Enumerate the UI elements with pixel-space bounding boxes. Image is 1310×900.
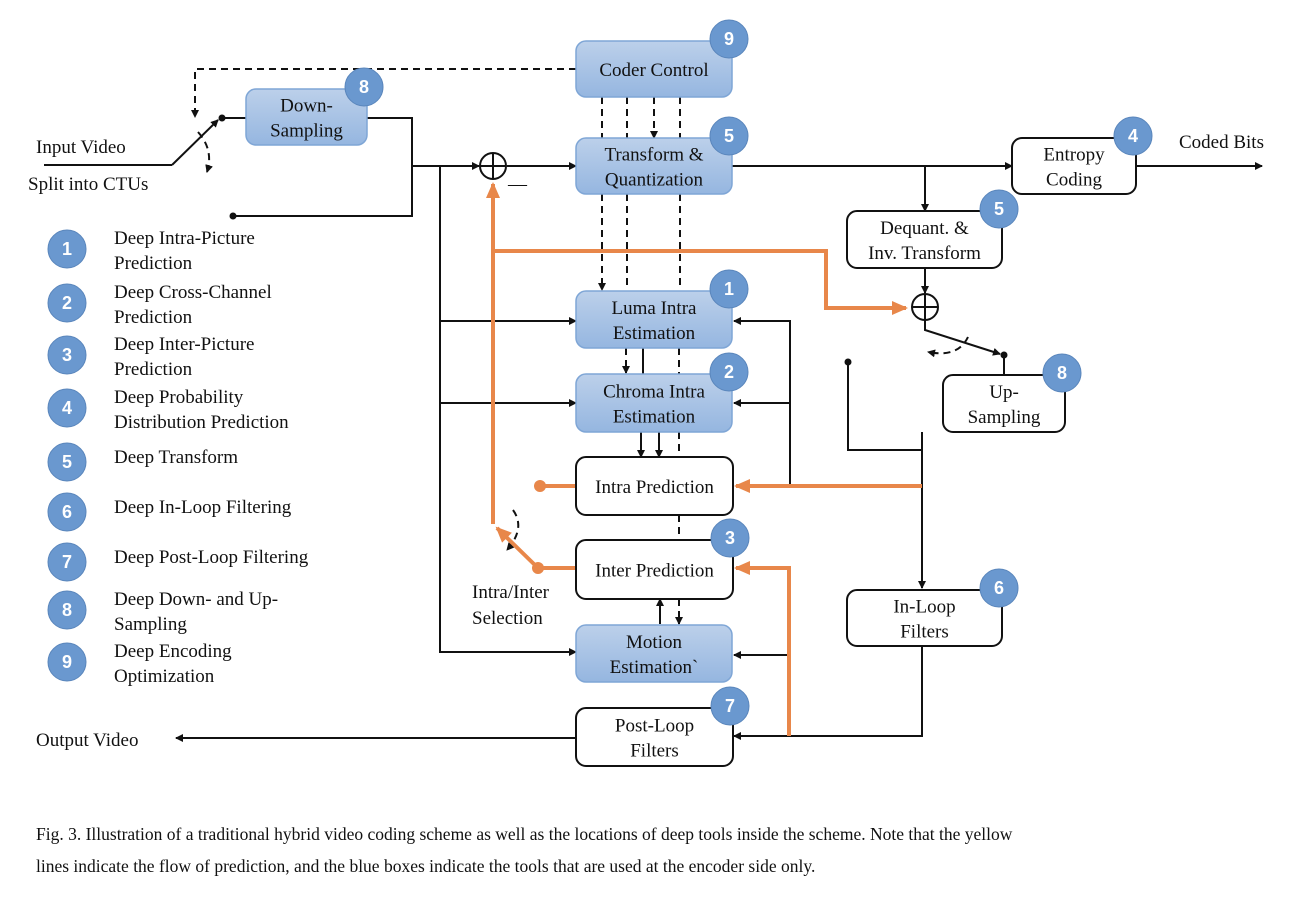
tool-badge-number: 5 [724, 126, 734, 146]
transform-quant-label: Transform & [604, 145, 703, 166]
legend-text: Deep Inter-Picture [114, 334, 254, 355]
in-loop-filters-block: In-Loop Filters 6 [846, 568, 1019, 647]
minus-sign: — [507, 174, 528, 195]
post-loop-filters-block: Post-Loop Filters 7 [575, 686, 750, 767]
entropy-coding-label: Entropy [1043, 145, 1105, 166]
up-sampling-label: Sampling [968, 407, 1041, 428]
up-sampling-label: Up- [989, 382, 1019, 403]
legend-number: 6 [62, 502, 72, 522]
tool-badge-number: 5 [994, 199, 1004, 219]
post-loop-filters-label: Filters [630, 741, 679, 762]
legend-item: 8 Deep Down- and Up- Sampling [47, 589, 278, 635]
in-loop-filters-label: In-Loop [893, 597, 955, 618]
legend-number: 9 [62, 652, 72, 672]
post-loop-filters-label: Post-Loop [615, 716, 694, 737]
in-loop-filters-label: Filters [900, 622, 949, 643]
input-switch[interactable] [171, 119, 219, 166]
legend-text: Deep Post-Loop Filtering [114, 547, 309, 568]
legend-item: 4 Deep Probability Distribution Prediction [47, 387, 289, 433]
legend-text: Deep Transform [114, 447, 238, 468]
chroma-intra-block: Chroma Intra Estimation 2 [575, 352, 749, 433]
summing-junction-reconstruction [911, 293, 939, 321]
dequant-inv-label: Dequant. & [880, 218, 969, 239]
legend-text: Deep Intra-Picture [114, 228, 255, 249]
intra-prediction-label: Intra Prediction [595, 477, 714, 498]
legend-text: Prediction [114, 307, 193, 328]
tool-badge-number: 3 [725, 528, 735, 548]
luma-intra-label: Estimation [613, 323, 696, 344]
blocks: Coder Control 9 Down- Sampling 8 Transform & Q… [245, 19, 1153, 767]
entropy-coding-label: Coding [1046, 170, 1102, 191]
output-switch[interactable] [924, 320, 1001, 356]
tool-badge-number: 7 [725, 696, 735, 716]
legend-number: 8 [62, 600, 72, 620]
down-sampling-label: Down- [280, 96, 333, 117]
caption-line-2: lines indicate the flow of prediction, a… [36, 856, 816, 876]
legend-text: Optimization [114, 666, 215, 687]
up-sampling-block: Up- Sampling 8 [942, 353, 1082, 433]
coded-bits-label: Coded Bits [1179, 132, 1264, 153]
legend-text: Deep Encoding [114, 641, 232, 662]
legend-number: 1 [62, 239, 72, 259]
legend-item: 6 Deep In-Loop Filtering [47, 492, 292, 532]
caption-line-1: Fig. 3. Illustration of a traditional hy… [36, 824, 1013, 844]
intra-prediction-block: Intra Prediction [575, 456, 734, 516]
legend-text: Deep Down- and Up- [114, 589, 278, 610]
summing-junction-residual [479, 152, 507, 180]
tool-badge-number: 2 [724, 362, 734, 382]
chroma-intra-label: Estimation [613, 407, 696, 428]
legend-text: Prediction [114, 359, 193, 380]
dequant-inv-label: Inv. Transform [868, 243, 981, 264]
chroma-intra-label: Chroma Intra [603, 382, 705, 403]
transform-quant-label: Quantization [605, 170, 704, 191]
legend: 1 Deep Intra-Picture Prediction 2 Deep Cross… [47, 228, 309, 687]
inter-prediction-label: Inter Prediction [595, 561, 714, 582]
legend-number: 4 [62, 398, 72, 418]
tool-badge-number: 1 [724, 279, 734, 299]
input-video-label: Input Video [36, 137, 126, 158]
motion-estimation-block: Motion Estimation` [575, 624, 733, 683]
motion-estimation-label: Estimation` [610, 657, 699, 678]
legend-number: 3 [62, 345, 72, 365]
legend-item: 1 Deep Intra-Picture Prediction [47, 228, 255, 274]
legend-text: Deep Cross-Channel [114, 282, 272, 303]
down-sampling-block: Down- Sampling 8 [245, 67, 384, 146]
legend-item: 9 Deep Encoding Optimization [47, 641, 232, 687]
motion-estimation-label: Motion [626, 632, 682, 653]
tool-badge-number: 9 [724, 29, 734, 49]
intra-selector-contact [534, 480, 546, 492]
legend-text: Distribution Prediction [114, 412, 289, 433]
legend-item: 3 Deep Inter-Picture Prediction [47, 334, 254, 380]
legend-number: 7 [62, 552, 72, 572]
inter-prediction-block: Inter Prediction 3 [575, 518, 750, 600]
tool-badge-number: 8 [1057, 363, 1067, 383]
legend-number: 5 [62, 452, 72, 472]
legend-text: Deep Probability [114, 387, 244, 408]
tool-badge-number: 4 [1128, 126, 1138, 146]
luma-intra-label: Luma Intra [612, 298, 698, 319]
dequant-inv-block: Dequant. & Inv. Transform 5 [846, 189, 1019, 269]
intra-inter-selection-label-1: Intra/Inter [472, 582, 550, 603]
tool-badge-number: 8 [359, 77, 369, 97]
legend-text: Prediction [114, 253, 193, 274]
legend-item: 2 Deep Cross-Channel Prediction [47, 282, 272, 328]
video-coding-diagram: — Coder Control 9 Down- Sampling 8 Transform … [28, 19, 1264, 767]
down-sampling-label: Sampling [270, 121, 343, 142]
legend-item: 7 Deep Post-Loop Filtering [47, 542, 309, 582]
coder-control-label: Coder Control [599, 60, 708, 81]
entropy-coding-block: Entropy Coding 4 [1011, 116, 1153, 195]
legend-text: Deep In-Loop Filtering [114, 497, 292, 518]
legend-number: 2 [62, 293, 72, 313]
coder-control-block: Coder Control 9 [575, 19, 749, 98]
output-video-label: Output Video [36, 730, 138, 751]
split-ctus-label: Split into CTUs [28, 174, 148, 195]
figure-caption: Fig. 3. Illustration of a traditional hy… [36, 818, 1286, 882]
legend-text: Sampling [114, 614, 187, 635]
switch-contact-bottom [229, 212, 237, 220]
legend-item: 5 Deep Transform [47, 442, 238, 482]
tool-badge-number: 6 [994, 578, 1004, 598]
intra-inter-selection-label-2: Selection [472, 608, 543, 629]
transform-quant-block: Transform & Quantization 5 [575, 116, 749, 195]
